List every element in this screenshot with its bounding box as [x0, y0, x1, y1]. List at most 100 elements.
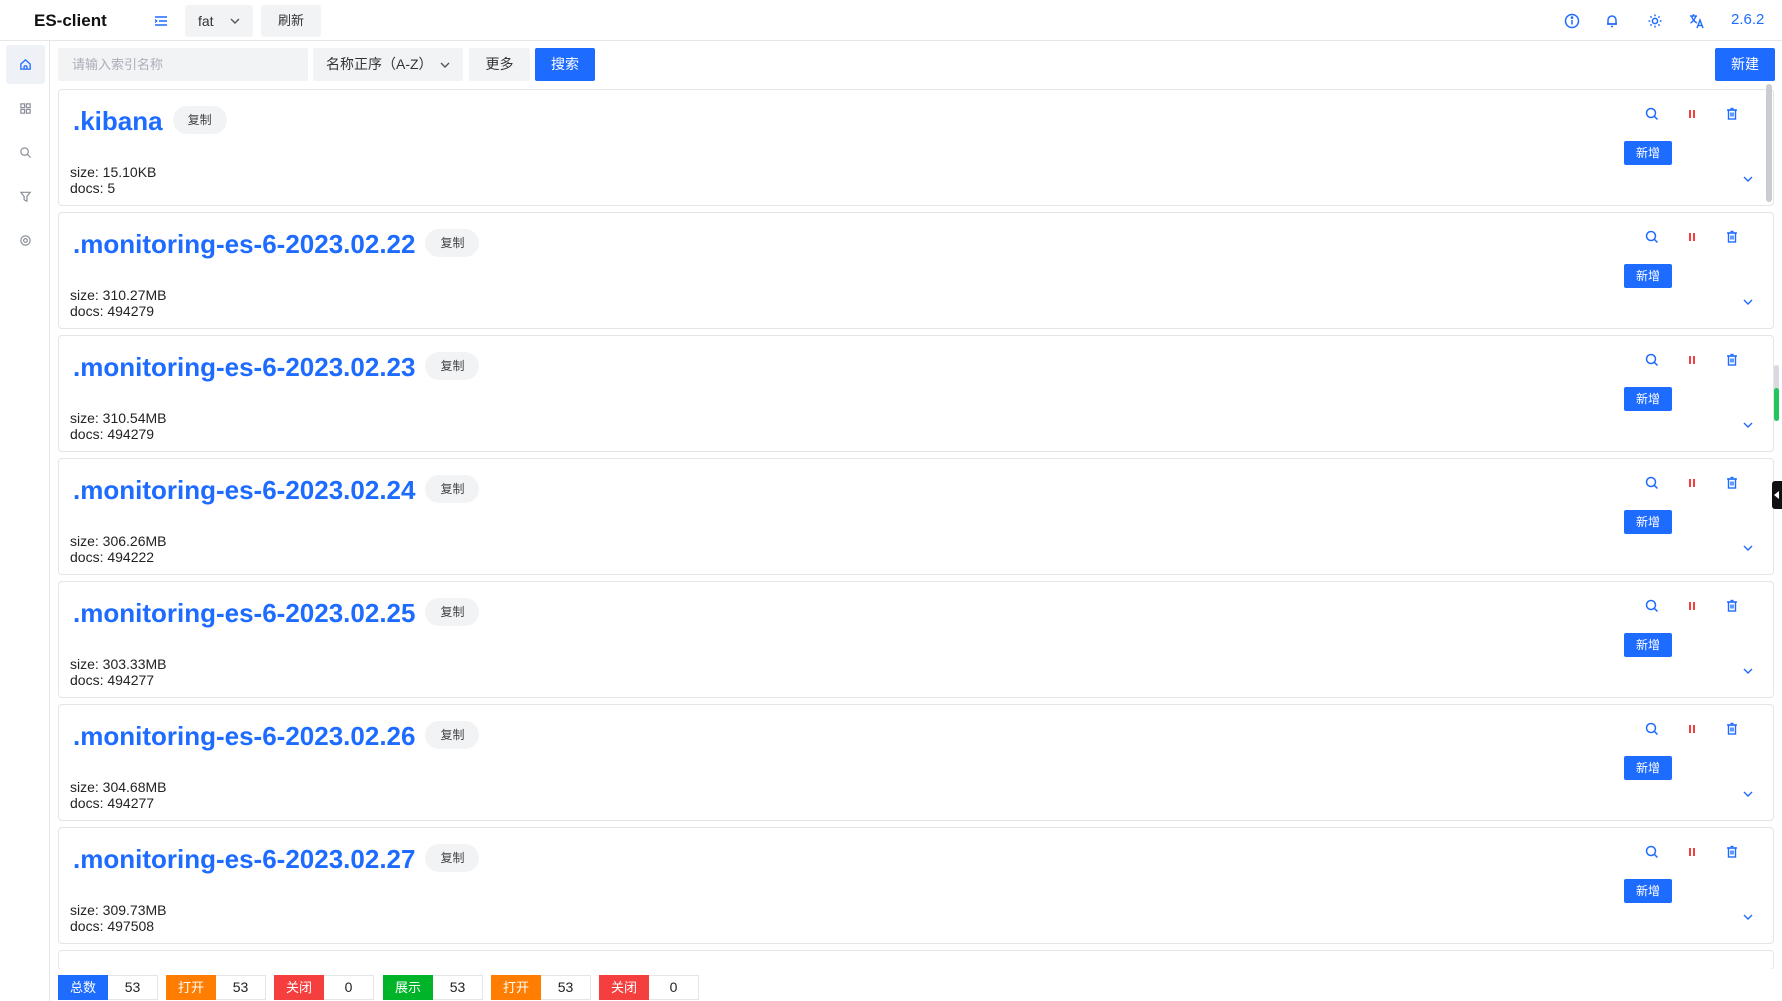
- chevron-down-icon[interactable]: [1741, 664, 1755, 678]
- search-button[interactable]: 搜索: [535, 48, 595, 81]
- settings-icon[interactable]: [1645, 11, 1665, 31]
- index-name[interactable]: .monitoring-es-6-2023.02.27 复制: [73, 844, 480, 875]
- add-button[interactable]: 新增: [1624, 141, 1672, 165]
- sidebar-item-home[interactable]: [6, 45, 45, 84]
- stat-value: 53: [216, 975, 266, 1000]
- index-name[interactable]: .monitoring-es-6-2023.02.24 复制: [73, 475, 480, 506]
- home-icon: [20, 58, 31, 70]
- sidebar: [0, 41, 50, 1001]
- index-size: size: 306.26MB: [70, 533, 167, 549]
- index-name[interactable]: .kibana 复制: [73, 106, 227, 137]
- index-card: .monitoring-es-6-2023.02.22 复制 size: 310.…: [58, 212, 1774, 329]
- sidebar-item-grid[interactable]: [6, 89, 45, 128]
- index-name-text: .monitoring-es-6-2023.02.23: [73, 352, 416, 382]
- menu-toggle-icon[interactable]: [152, 12, 170, 30]
- index-search-input[interactable]: [58, 48, 308, 81]
- stat-label: 关闭: [274, 975, 324, 1000]
- pause-icon[interactable]: [1683, 105, 1701, 123]
- chevron-down-icon[interactable]: [1741, 787, 1755, 801]
- trash-icon[interactable]: [1723, 228, 1741, 246]
- translate-icon[interactable]: [1687, 11, 1707, 31]
- settings-icon: [20, 235, 31, 246]
- panel-collapse-handle[interactable]: [1772, 481, 1782, 509]
- search-icon[interactable]: [1643, 351, 1661, 369]
- index-size: size: 303.33MB: [70, 656, 167, 672]
- new-index-button[interactable]: 新建: [1715, 48, 1775, 81]
- side-indicator-fill: [1774, 388, 1779, 421]
- pause-icon[interactable]: [1683, 720, 1701, 738]
- pause-icon[interactable]: [1683, 474, 1701, 492]
- copy-button[interactable]: 复制: [425, 844, 480, 873]
- sidebar-item-search[interactable]: [6, 133, 45, 172]
- index-size: size: 304.68MB: [70, 779, 167, 795]
- more-button[interactable]: 更多: [469, 48, 530, 81]
- caret-left-icon: [1774, 491, 1779, 499]
- trash-icon[interactable]: [1723, 474, 1741, 492]
- pause-icon[interactable]: [1683, 597, 1701, 615]
- chevron-down-icon: [230, 18, 240, 24]
- add-button[interactable]: 新增: [1624, 879, 1672, 903]
- chevron-down-icon[interactable]: [1741, 418, 1755, 432]
- copy-button[interactable]: 复制: [425, 475, 480, 504]
- app-title: ES-client: [34, 11, 107, 30]
- search-icon[interactable]: [1643, 720, 1661, 738]
- index-card: .monitoring-es-6-2023.02.24 复制 size: 306.…: [58, 458, 1774, 575]
- trash-icon[interactable]: [1723, 597, 1741, 615]
- info-icon[interactable]: [1562, 11, 1582, 31]
- refresh-button[interactable]: 刷新: [261, 5, 321, 37]
- index-name-text: .monitoring-es-6-2023.02.25: [73, 598, 416, 628]
- index-docs: docs: 497508: [70, 918, 155, 934]
- list-scrollbar[interactable]: [1766, 84, 1772, 202]
- chevron-down-icon[interactable]: [1741, 172, 1755, 186]
- copy-button[interactable]: 复制: [425, 721, 480, 750]
- chevron-down-icon[interactable]: [1741, 910, 1755, 924]
- sidebar-item-filter[interactable]: [6, 177, 45, 216]
- index-size: size: 310.27MB: [70, 287, 167, 303]
- search-icon[interactable]: [1643, 474, 1661, 492]
- index-name[interactable]: .monitoring-es-6-2023.02.23 复制: [73, 352, 480, 383]
- trash-icon[interactable]: [1723, 843, 1741, 861]
- index-name-text: .monitoring-es-6-2023.02.26: [73, 721, 416, 751]
- pause-icon[interactable]: [1683, 351, 1701, 369]
- index-docs: docs: 494277: [70, 672, 155, 688]
- stat-value: 53: [433, 975, 483, 1000]
- search-icon[interactable]: [1643, 597, 1661, 615]
- index-card: .monitoring-es-6-2023.02.26 复制 size: 304.…: [58, 704, 1774, 821]
- index-name[interactable]: .monitoring-es-6-2023.02.26 复制: [73, 721, 480, 752]
- copy-button[interactable]: 复制: [425, 229, 480, 258]
- sidebar-item-settings[interactable]: [6, 221, 45, 260]
- chevron-down-icon[interactable]: [1741, 541, 1755, 555]
- sort-select-value: 名称正序（A-Z）: [326, 56, 433, 72]
- copy-button[interactable]: 复制: [425, 352, 480, 381]
- copy-button[interactable]: 复制: [172, 106, 227, 135]
- add-button[interactable]: 新增: [1624, 756, 1672, 780]
- index-docs: docs: 494277: [70, 795, 155, 811]
- search-icon[interactable]: [1643, 228, 1661, 246]
- trash-icon[interactable]: [1723, 105, 1741, 123]
- env-select[interactable]: fat: [185, 5, 253, 37]
- index-card-partial: [58, 950, 1774, 969]
- index-size: size: 309.73MB: [70, 902, 167, 918]
- pause-icon[interactable]: [1683, 228, 1701, 246]
- add-button[interactable]: 新增: [1624, 633, 1672, 657]
- index-name[interactable]: .monitoring-es-6-2023.02.25 复制: [73, 598, 480, 629]
- add-button[interactable]: 新增: [1624, 264, 1672, 288]
- stat-label: 打开: [491, 975, 541, 1000]
- copy-button[interactable]: 复制: [425, 598, 480, 627]
- filter-icon: [19, 191, 32, 203]
- search-icon[interactable]: [1643, 843, 1661, 861]
- bell-icon[interactable]: [1602, 11, 1622, 31]
- trash-icon[interactable]: [1723, 351, 1741, 369]
- index-name[interactable]: .monitoring-es-6-2023.02.22 复制: [73, 229, 480, 260]
- search-icon[interactable]: [1643, 105, 1661, 123]
- pause-icon[interactable]: [1683, 843, 1701, 861]
- chevron-down-icon[interactable]: [1741, 295, 1755, 309]
- version-label[interactable]: 2.6.2: [1731, 11, 1764, 28]
- sort-select[interactable]: 名称正序（A-Z）: [313, 48, 463, 81]
- add-button[interactable]: 新增: [1624, 510, 1672, 534]
- add-button[interactable]: 新增: [1624, 387, 1672, 411]
- index-list: .kibana 复制 size: 15.10KB docs: 5 新增 .moni…: [58, 89, 1774, 969]
- search-icon: [20, 147, 32, 159]
- index-docs: docs: 494279: [70, 303, 155, 319]
- trash-icon[interactable]: [1723, 720, 1741, 738]
